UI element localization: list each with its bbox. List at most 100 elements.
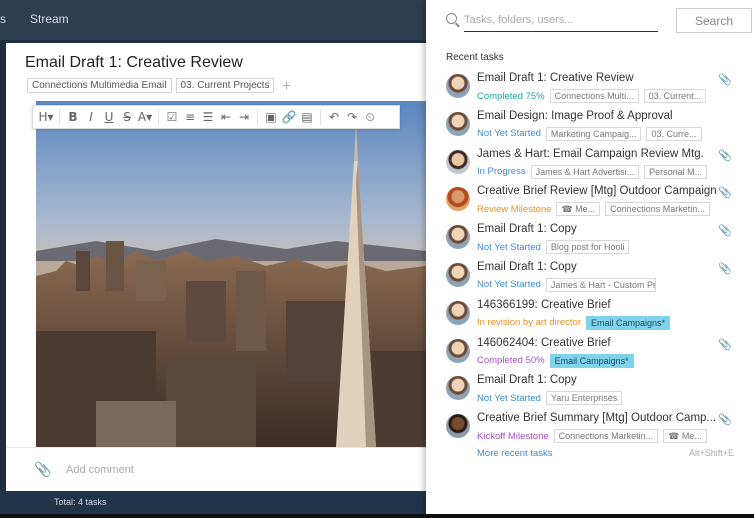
status-label: Not Yet Started xyxy=(477,392,541,404)
comment-bar: 📎 Add comment xyxy=(6,447,426,491)
recent-task-title[interactable]: James & Hart: Email Campaign Review Mtg. xyxy=(477,148,704,160)
recent-task-row[interactable]: 146366199: Creative Brief In revision by … xyxy=(426,297,754,335)
recent-task-meta: Not Yet Started Marketing Campaig... 03. C… xyxy=(477,126,702,141)
status-label: In Progress xyxy=(477,166,526,178)
recent-task-title[interactable]: Email Draft 1: Copy xyxy=(477,261,577,273)
recent-task-row[interactable]: Creative Brief Summary [Mtg] Outdoor Cam… xyxy=(426,410,754,448)
keyboard-shortcut: Alt+Shift+E xyxy=(688,448,734,458)
toolbar-divider xyxy=(59,109,60,125)
attachment-icon: 📎 xyxy=(718,413,732,427)
folder-tag[interactable]: Marketing Campaig... xyxy=(545,126,642,141)
recent-task-meta: Completed 75% Connections Multi... 03. Cur… xyxy=(477,89,707,103)
recent-task-title[interactable]: Email Design: Image Proof & Approval xyxy=(477,110,673,122)
table-icon[interactable]: ▤ xyxy=(298,110,316,124)
attachment-icon: 📎 xyxy=(718,337,732,351)
more-recent-tasks-link[interactable]: More recent tasks xyxy=(477,448,553,459)
task-tag[interactable]: 03. Current Projects xyxy=(175,77,275,93)
nav-item-stream[interactable]: Stream xyxy=(30,12,69,26)
redo-icon[interactable]: ↷ xyxy=(343,110,361,124)
text-color-button[interactable]: A▾ xyxy=(136,110,154,124)
avatar xyxy=(446,111,470,136)
folder-tag[interactable]: Email Campaigns* xyxy=(586,315,671,330)
recent-task-row[interactable]: Creative Brief Review [Mtg] Outdoor Camp… xyxy=(426,183,754,221)
add-tag-button[interactable]: + xyxy=(282,77,290,93)
folder-tag[interactable]: 03. Current... xyxy=(643,89,707,103)
folder-tag[interactable]: James & Hart - Custom Project xyxy=(545,277,656,292)
recent-task-row[interactable]: Email Draft 1: Copy 📎 Not Yet Started James… xyxy=(426,259,754,297)
recent-task-title[interactable]: Creative Brief Summary [Mtg] Outdoor Cam… xyxy=(477,412,716,424)
avatar xyxy=(446,225,470,250)
recent-task-row[interactable]: 146062404: Creative Brief 📎 Completed 50% E… xyxy=(426,335,754,373)
recent-task-row[interactable]: Email Draft 1: Creative Review 📎 Completed… xyxy=(426,70,754,108)
folder-tag[interactable]: ☎ Me... xyxy=(663,429,707,444)
app-window: s Stream Email Draft 1: Creative Review … xyxy=(0,0,754,518)
toolbar-divider xyxy=(257,109,258,125)
search-button[interactable]: Search xyxy=(676,8,752,33)
recent-task-title[interactable]: Email Draft 1: Copy xyxy=(477,374,577,386)
recent-task-title[interactable]: Creative Brief Review [Mtg] Outdoor Camp… xyxy=(477,185,717,197)
folder-tag[interactable]: Yaru Enterprises xyxy=(545,391,623,406)
recent-task-meta: Not Yet Started Yaru Enterprises xyxy=(477,391,623,406)
strikethrough-button[interactable]: S xyxy=(118,110,136,124)
recent-task-meta: Review Milestone ☎ Me... Connections Marke… xyxy=(477,202,710,217)
folder-tag[interactable]: Email Campaigns* xyxy=(549,353,634,368)
numbered-list-icon[interactable]: ≡ xyxy=(181,110,199,124)
task-image xyxy=(36,101,426,447)
recent-task-title[interactable]: 146366199: Creative Brief xyxy=(477,299,611,311)
recent-task-row[interactable]: Email Draft 1: Copy 📎 Not Yet Started Blog … xyxy=(426,221,754,259)
folder-tag[interactable]: Blog post for Hooli xyxy=(545,240,630,255)
top-navigation: s Stream xyxy=(0,0,426,40)
avatar xyxy=(446,414,470,439)
status-label: In revision by art director xyxy=(477,317,582,329)
recent-task-list: Email Draft 1: Creative Review 📎 Completed… xyxy=(426,70,754,448)
folder-tag[interactable]: Connections Multi... xyxy=(549,89,639,103)
link-icon[interactable]: 🔗 xyxy=(280,110,298,124)
bold-button[interactable]: B xyxy=(64,110,82,124)
footer-bar: Total: 4 tasks xyxy=(0,491,426,514)
folder-tag[interactable]: 03. Curre... xyxy=(646,126,702,141)
task-title[interactable]: Email Draft 1: Creative Review xyxy=(25,54,243,72)
attachment-icon: 📎 xyxy=(718,186,732,200)
folder-tag[interactable]: Connections Marketin... xyxy=(553,429,659,444)
outdent-icon[interactable]: ⇤ xyxy=(217,110,235,124)
image-icon[interactable]: ▣ xyxy=(262,110,280,124)
folder-tag[interactable]: Personal M... xyxy=(644,164,708,179)
recent-task-row[interactable]: Email Draft 1: Copy Not Yet Started Yaru E… xyxy=(426,372,754,410)
editor-toolbar: H▾ B I U S A▾ ☑ ≡ ☰ ⇤ ⇥ ▣ 🔗 ▤ ↶ ↷ ⏲ xyxy=(32,105,400,129)
avatar xyxy=(446,149,470,174)
heading-button[interactable]: H▾ xyxy=(37,110,55,124)
indent-icon[interactable]: ⇥ xyxy=(235,110,253,124)
recent-task-meta: Completed 50% Email Campaigns* xyxy=(477,353,634,368)
underline-button[interactable]: U xyxy=(100,110,118,124)
undo-icon[interactable]: ↶ xyxy=(325,110,343,124)
recent-task-title[interactable]: 146062404: Creative Brief xyxy=(477,337,611,349)
attachment-icon: 📎 xyxy=(718,73,732,86)
search-input[interactable] xyxy=(464,8,658,32)
recent-task-title[interactable]: Email Draft 1: Creative Review xyxy=(477,72,634,84)
nav-item-partial[interactable]: s xyxy=(0,12,6,26)
status-label: Completed 75% xyxy=(477,90,545,102)
task-detail-panel: Email Draft 1: Creative Review Connectio… xyxy=(6,43,426,491)
bullet-list-icon[interactable]: ☰ xyxy=(199,110,217,124)
status-label: Not Yet Started xyxy=(477,279,541,291)
status-label: Completed 50% xyxy=(477,355,545,367)
history-icon[interactable]: ⏲ xyxy=(361,110,379,125)
recent-task-meta: Kickoff Milestone Connections Marketin...… xyxy=(477,429,707,444)
folder-tag[interactable]: Connections Marketin... xyxy=(605,202,710,217)
folder-tag[interactable]: James & Hart Advertisi... xyxy=(530,164,640,179)
attachment-icon[interactable]: 📎 xyxy=(34,462,51,478)
recent-task-row[interactable]: James & Hart: Email Campaign Review Mtg.… xyxy=(426,146,754,184)
recent-tasks-heading: Recent tasks xyxy=(446,52,504,63)
checklist-icon[interactable]: ☑ xyxy=(163,110,181,124)
italic-button[interactable]: I xyxy=(82,110,100,124)
task-tags: Connections Multimedia Email 03. Current… xyxy=(27,77,291,93)
comment-input[interactable]: Add comment xyxy=(66,464,134,476)
avatar xyxy=(446,300,470,325)
bottom-strip xyxy=(0,514,754,518)
folder-tag[interactable]: ☎ Me... xyxy=(556,202,601,217)
task-tag[interactable]: Connections Multimedia Email xyxy=(27,77,172,93)
recent-task-row[interactable]: Email Design: Image Proof & Approval Not … xyxy=(426,108,754,146)
recent-task-title[interactable]: Email Draft 1: Copy xyxy=(477,223,577,235)
status-label: Not Yet Started xyxy=(477,128,541,140)
recent-task-meta: Not Yet Started Blog post for Hooli xyxy=(477,240,630,255)
